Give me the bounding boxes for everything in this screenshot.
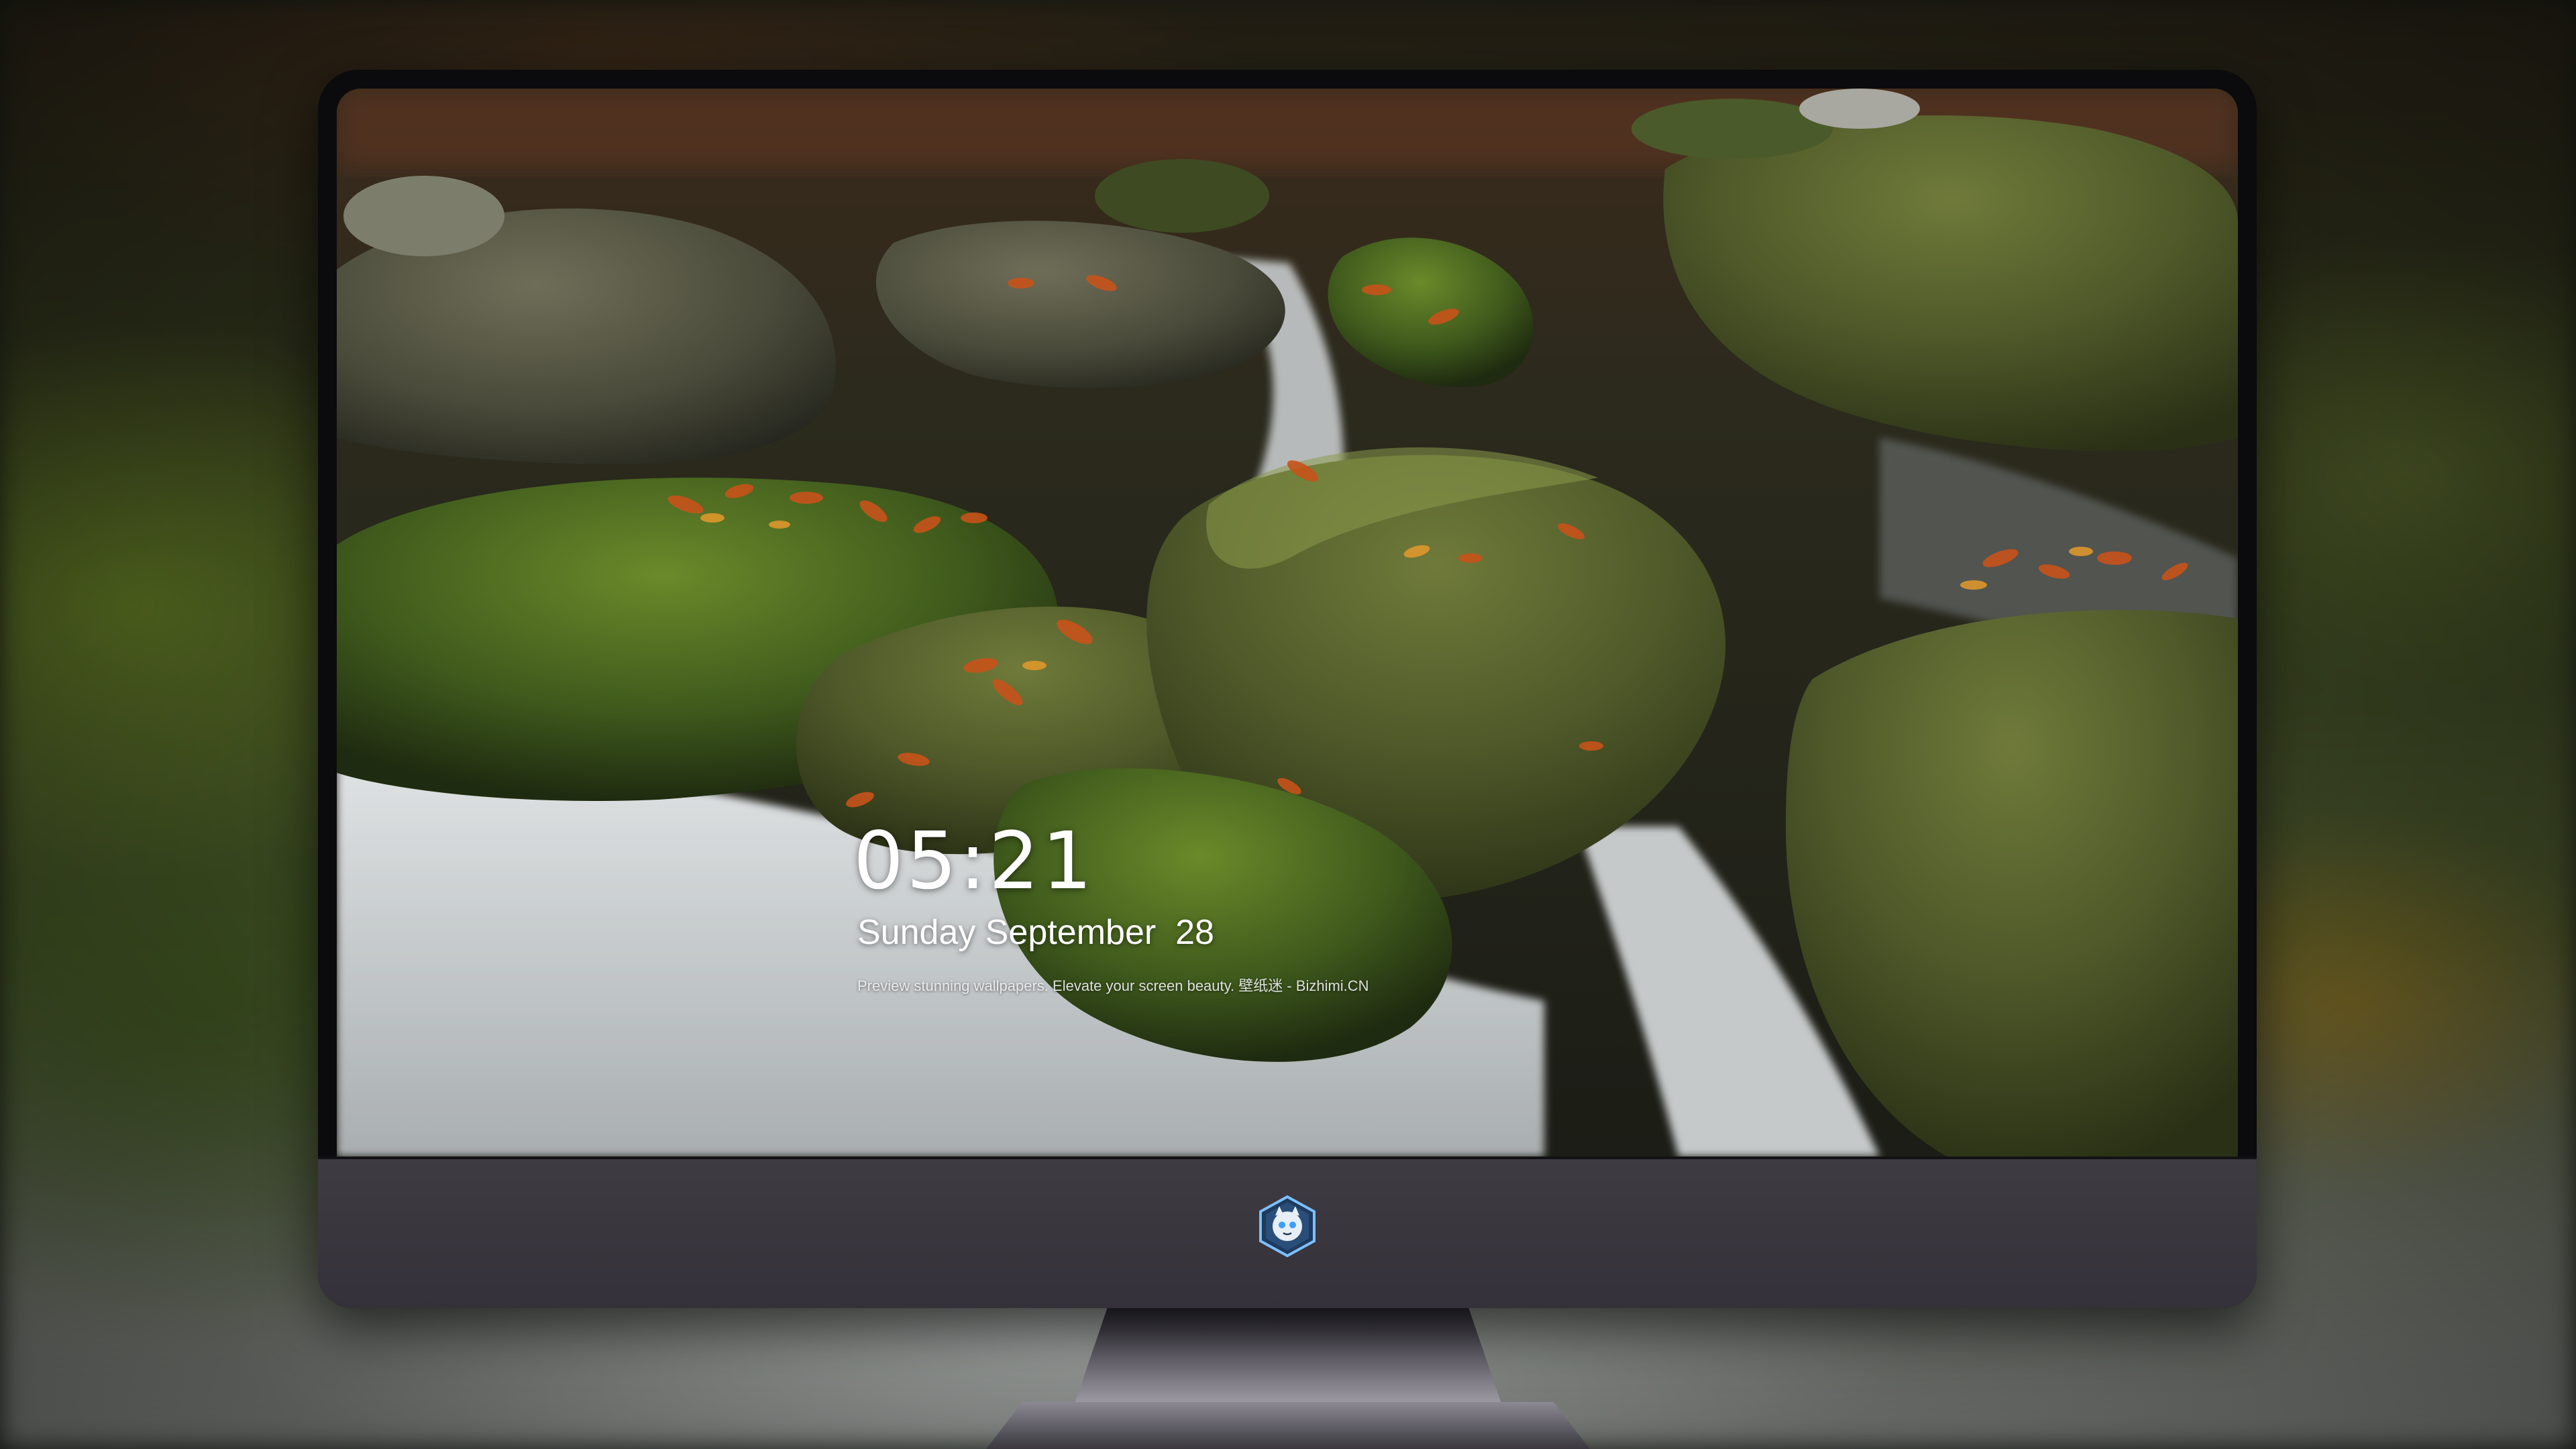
mascot-logo-icon — [1259, 1195, 1316, 1258]
monitor-stand-neck — [1073, 1307, 1503, 1407]
lock-screen-date: Sunday September 28 — [857, 913, 1214, 952]
desktop-scene: 05:21 Sunday September 28 Preview stunni… — [0, 0, 2576, 1449]
wallpaper-image — [337, 89, 2238, 1157]
lock-screen-time: 05:21 — [853, 814, 1095, 907]
monitor-stand-base — [986, 1402, 1590, 1449]
monitor: 05:21 Sunday September 28 Preview stunni… — [318, 70, 2257, 1308]
monitor-chin — [318, 1157, 2257, 1308]
lock-screen-tagline: Preview stunning wallpapers. Elevate you… — [857, 977, 1369, 994]
screen[interactable]: 05:21 Sunday September 28 Preview stunni… — [337, 89, 2238, 1157]
